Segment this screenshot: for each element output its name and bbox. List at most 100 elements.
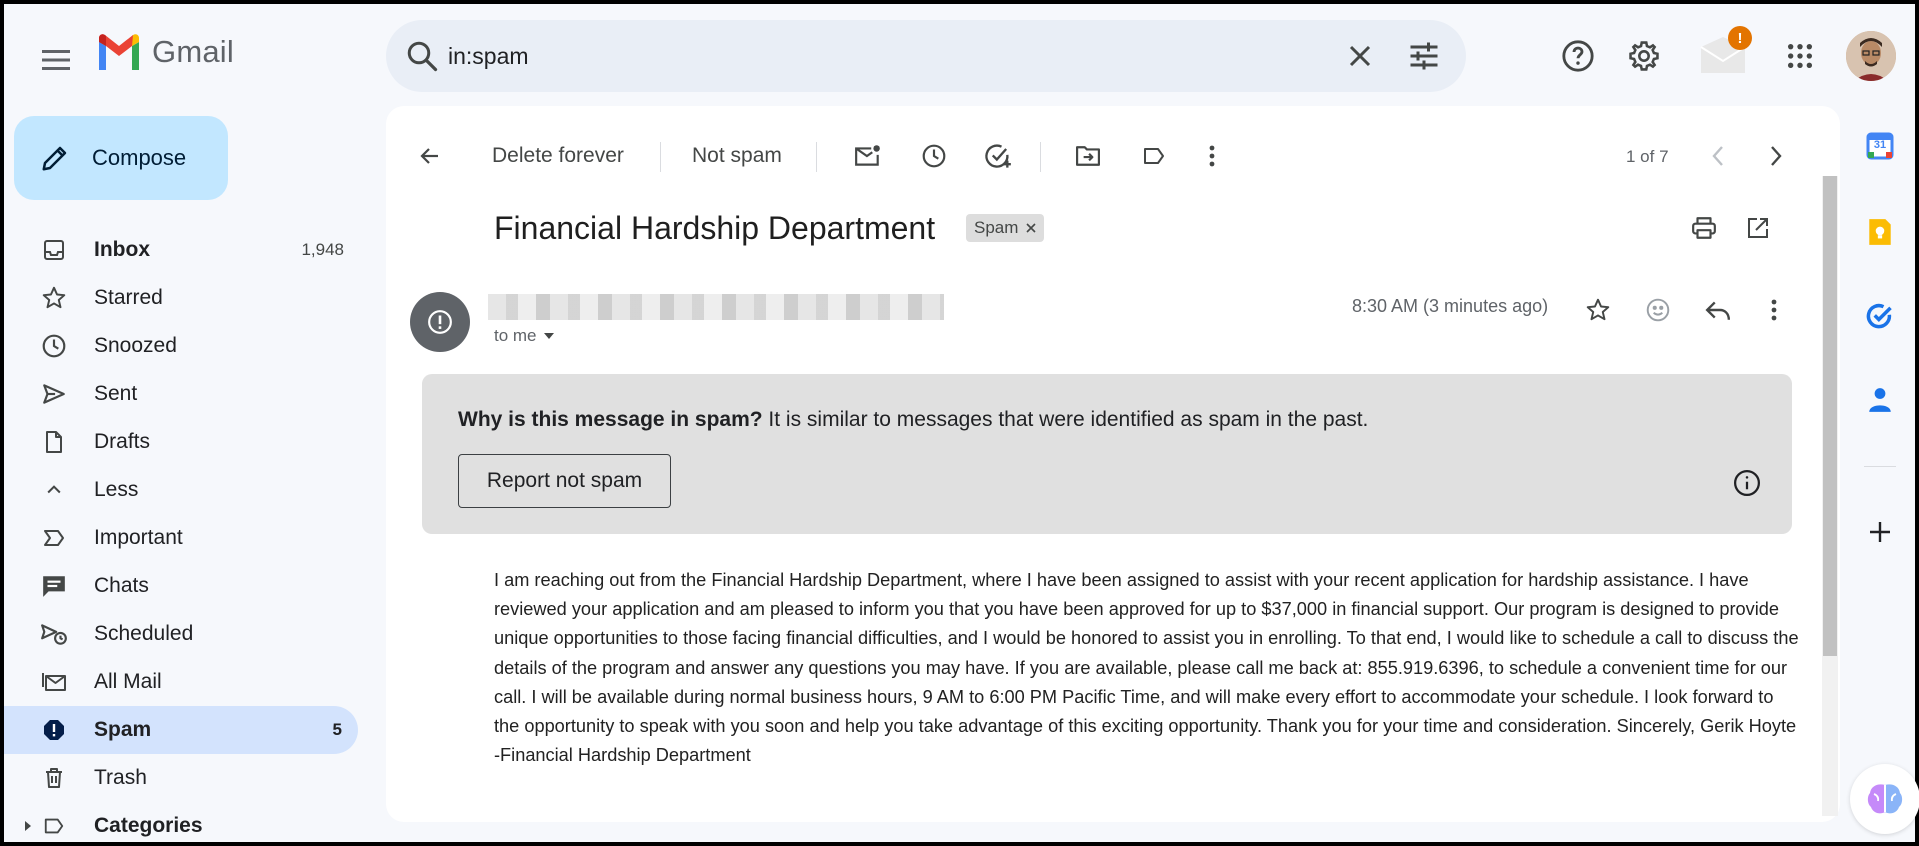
move-to-folder-icon (1076, 146, 1100, 166)
search-input[interactable] (448, 38, 1248, 74)
sidebar-item-starred[interactable]: Starred (4, 274, 360, 322)
draft-file-icon (40, 428, 68, 456)
reply-button[interactable] (1696, 288, 1740, 332)
arrow-back-icon (420, 148, 438, 164)
move-to-button[interactable] (1066, 134, 1110, 178)
clear-search-icon[interactable] (1342, 38, 1378, 74)
warning-icon (428, 310, 452, 334)
sidebar-item-trash[interactable]: Trash (4, 754, 360, 802)
support-button[interactable] (1556, 34, 1600, 78)
recipient-details-toggle[interactable]: to me (494, 326, 555, 346)
star-button[interactable] (1576, 288, 1620, 332)
spam-notice-banner: Why is this message in spam? It is simil… (422, 374, 1792, 534)
clock-icon (922, 144, 946, 168)
calendar-day-number: 31 (1873, 139, 1887, 151)
sidebar-item-drafts[interactable]: Drafts (4, 418, 360, 466)
sidebar-item-label: Less (94, 478, 139, 501)
print-button[interactable] (1682, 206, 1726, 250)
search-bar[interactable] (386, 20, 1466, 92)
scheduled-send-icon (40, 620, 68, 648)
sidebar-item-snoozed[interactable]: Snoozed (4, 322, 360, 370)
gmail-m-icon (99, 34, 139, 70)
print-icon (1692, 217, 1716, 239)
profile-photo-icon (1846, 31, 1896, 81)
message-more-button[interactable] (1756, 288, 1792, 332)
back-button[interactable] (408, 134, 452, 178)
snooze-button[interactable] (912, 134, 956, 178)
extension-mail-button[interactable]: ! (1694, 26, 1752, 80)
star-icon (1586, 298, 1610, 321)
spam-report-icon (40, 716, 68, 744)
sidebar-item-label: Sent (94, 382, 138, 405)
sidebar-item-all-mail[interactable]: All Mail (4, 658, 360, 706)
sidebar-item-sent[interactable]: Sent (4, 370, 360, 418)
tasks-check-icon (1866, 303, 1892, 329)
older-button[interactable] (1754, 134, 1798, 178)
info-icon[interactable] (1732, 468, 1762, 498)
sidebar-item-count: 5 (332, 720, 342, 739)
add-task-icon (985, 144, 1011, 168)
gmail-logo[interactable]: Gmail (96, 34, 234, 70)
newer-button[interactable] (1696, 134, 1740, 178)
open-new-window-button[interactable] (1736, 206, 1780, 250)
sidebar-item-label: Drafts (94, 430, 151, 453)
search-icon[interactable] (404, 38, 440, 74)
sender-avatar[interactable] (410, 292, 470, 352)
open-in-new-icon (1748, 218, 1768, 238)
spam-notice-reason: It is similar to messages that were iden… (762, 408, 1369, 431)
contacts-app-button[interactable] (1858, 378, 1902, 422)
spam-label-chip: Spam (966, 214, 1045, 242)
assistant-extension-button[interactable] (1850, 764, 1919, 834)
clock-icon (40, 332, 68, 360)
pagination-text: 1 of 7 (1626, 147, 1669, 166)
report-not-spam-button[interactable]: Report not spam (458, 454, 671, 508)
label-as-button[interactable] (1132, 134, 1176, 178)
sidebar-item-label: Scheduled (94, 622, 194, 645)
notification-badge: ! (1728, 26, 1752, 50)
sidebar-item-label: Chats (94, 574, 149, 597)
more-vert-icon (1771, 299, 1777, 321)
spam-notice-text: Why is this message in spam? It is simil… (458, 408, 1368, 432)
plus-icon (1870, 522, 1890, 542)
chat-icon (40, 572, 68, 600)
important-label-icon (40, 524, 68, 552)
contacts-person-icon (1869, 388, 1891, 412)
sidebar-item-important[interactable]: Important (4, 514, 360, 562)
toolbar-divider (660, 142, 661, 172)
sidebar-item-less[interactable]: Less (4, 466, 360, 514)
sidebar-item-chats[interactable]: Chats (4, 562, 360, 610)
settings-button[interactable] (1622, 34, 1666, 78)
add-task-button[interactable] (976, 134, 1020, 178)
all-mail-icon (40, 668, 68, 696)
tasks-app-button[interactable] (1858, 294, 1902, 338)
sidebar-item-label: Spam (94, 718, 152, 741)
sidebar-item-scheduled[interactable]: Scheduled (4, 610, 360, 658)
calendar-app-button[interactable]: 31 (1858, 124, 1902, 168)
scrollbar-thumb[interactable] (1823, 176, 1837, 656)
sidebar-item-spam[interactable]: Spam 5 (4, 706, 358, 754)
chevron-up-icon (40, 476, 68, 504)
account-avatar[interactable] (1846, 31, 1896, 81)
remove-label-icon[interactable] (1026, 223, 1036, 233)
spam-notice-question: Why is this message in spam? (458, 408, 763, 431)
pencil-icon (42, 146, 67, 171)
more-options-button[interactable] (1194, 134, 1230, 178)
message-subject: Financial Hardship Department (494, 210, 936, 246)
delete-forever-button[interactable]: Delete forever (492, 138, 624, 174)
label-icon (40, 812, 68, 840)
add-reaction-button[interactable] (1636, 288, 1680, 332)
get-addons-button[interactable] (1858, 510, 1902, 554)
sidebar-item-label: Trash (94, 766, 147, 789)
mark-unread-button[interactable] (846, 134, 890, 178)
sidebar-item-categories[interactable]: Categories (4, 802, 360, 846)
trash-icon (40, 764, 68, 792)
keep-app-button[interactable] (1858, 210, 1902, 254)
search-options-icon[interactable] (1406, 38, 1442, 74)
google-apps-button[interactable] (1778, 34, 1822, 78)
compose-button[interactable]: Compose (14, 116, 228, 200)
not-spam-button[interactable]: Not spam (692, 138, 782, 174)
rail-divider (1864, 466, 1896, 467)
sidebar-item-inbox[interactable]: Inbox 1,948 (4, 226, 360, 274)
app-name: Gmail (152, 34, 234, 69)
main-menu-button[interactable] (34, 38, 78, 82)
